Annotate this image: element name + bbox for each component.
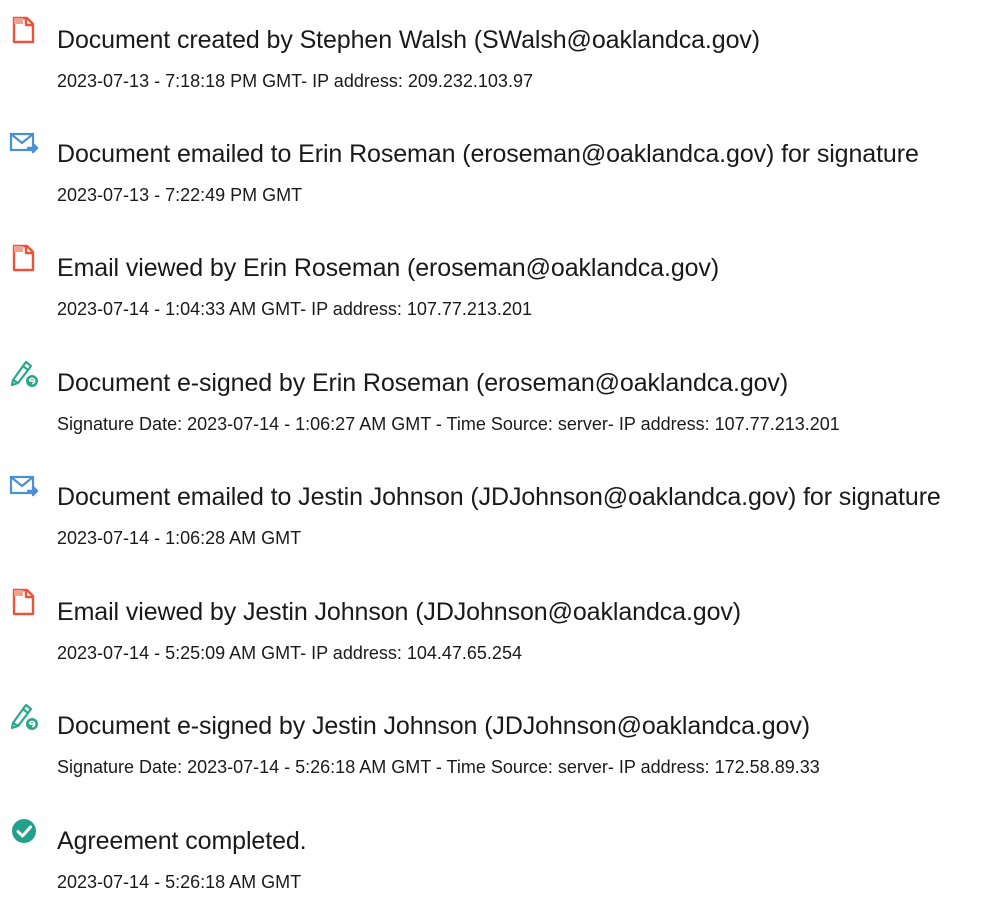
audit-entry-created: Document created by Stephen Walsh (SWals… bbox=[0, 14, 1008, 114]
entry-detail: 2023-07-14 - 5:25:09 AM GMT- IP address:… bbox=[57, 643, 522, 663]
audit-entry-emailed-jestin: Document emailed to Jestin Johnson (JDJo… bbox=[0, 471, 1008, 571]
email-sent-icon bbox=[8, 128, 40, 160]
entry-detail: 2023-07-14 - 5:26:18 AM GMT bbox=[57, 872, 302, 892]
entry-title: Email viewed by Jestin Johnson (JDJohnso… bbox=[57, 598, 742, 626]
document-icon bbox=[8, 14, 40, 46]
email-sent-icon bbox=[8, 471, 40, 503]
e-sign-pen-icon bbox=[8, 700, 40, 732]
audit-entry-emailed-erin: Document emailed to Erin Roseman (erosem… bbox=[0, 128, 1008, 228]
entry-detail: 2023-07-14 - 1:06:28 AM GMT bbox=[57, 528, 302, 548]
entry-title: Agreement completed. bbox=[57, 827, 307, 855]
audit-entry-signed-jestin: Document e-signed by Jestin Johnson (JDJ… bbox=[0, 700, 1008, 800]
document-icon bbox=[8, 242, 40, 274]
entry-title: Document emailed to Erin Roseman (erosem… bbox=[57, 140, 919, 168]
entry-detail: 2023-07-13 - 7:22:49 PM GMT bbox=[57, 185, 303, 205]
entry-title: Email viewed by Erin Roseman (eroseman@o… bbox=[57, 254, 720, 282]
checkmark-circle-icon bbox=[8, 815, 40, 847]
audit-entry-viewed-erin: Email viewed by Erin Roseman (eroseman@o… bbox=[0, 242, 1008, 342]
e-sign-pen-icon bbox=[8, 357, 40, 389]
entry-title: Document created by Stephen Walsh (SWals… bbox=[57, 26, 760, 54]
audit-entry-completed: Agreement completed. 2023-07-14 - 5:26:1… bbox=[0, 815, 1008, 915]
entry-detail: 2023-07-13 - 7:18:18 PM GMT- IP address:… bbox=[57, 71, 533, 91]
entry-detail: 2023-07-14 - 1:04:33 AM GMT- IP address:… bbox=[57, 299, 532, 319]
entry-detail: Signature Date: 2023-07-14 - 1:06:27 AM … bbox=[57, 414, 840, 434]
audit-entry-signed-erin: Document e-signed by Erin Roseman (erose… bbox=[0, 357, 1008, 457]
entry-title: Document e-signed by Erin Roseman (erose… bbox=[57, 369, 789, 397]
document-icon bbox=[8, 586, 40, 618]
entry-detail: Signature Date: 2023-07-14 - 5:26:18 AM … bbox=[57, 757, 820, 777]
entry-title: Document e-signed by Jestin Johnson (JDJ… bbox=[57, 712, 811, 740]
entry-title: Document emailed to Jestin Johnson (JDJo… bbox=[57, 483, 941, 511]
audit-entry-viewed-jestin: Email viewed by Jestin Johnson (JDJohnso… bbox=[0, 586, 1008, 686]
